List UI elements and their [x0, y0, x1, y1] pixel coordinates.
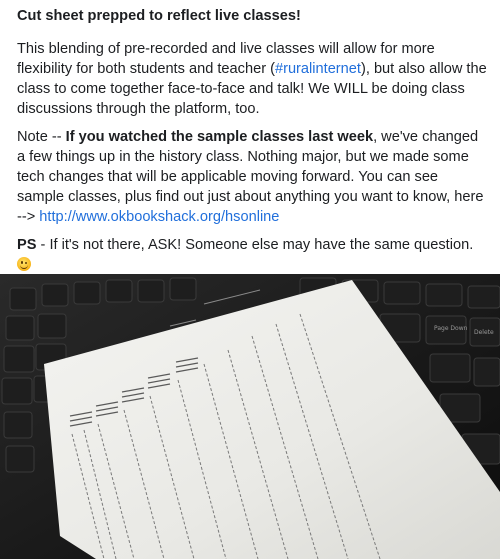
post-photo[interactable]: Page Down Delete: [0, 274, 500, 559]
ps-label: PS: [17, 237, 37, 253]
website-link[interactable]: http://www.okbookshack.org/hsonline: [39, 209, 279, 225]
note-bold: If you watched the sample classes last w…: [65, 129, 374, 145]
smiling-emoji-icon: [17, 257, 31, 271]
post-paragraph-1: This blending of pre-recorded and live c…: [17, 39, 489, 119]
post-ps-paragraph: PS - If it's not there, ASK! Someone els…: [17, 235, 489, 275]
hashtag-link[interactable]: #ruralinternet: [275, 61, 361, 77]
post-text: Cut sheet prepped to reflect live classe…: [17, 6, 489, 283]
note-prefix: Note --: [17, 129, 66, 145]
post-note-paragraph: Note -- If you watched the sample classe…: [17, 127, 489, 227]
ps-text: - If it's not there, ASK! Someone else m…: [36, 237, 474, 253]
post-title: Cut sheet prepped to reflect live classe…: [17, 8, 301, 24]
photo-illustration: Page Down Delete: [0, 274, 500, 559]
key-label-page-down: Page Down: [434, 325, 468, 332]
key-label-delete: Delete: [474, 329, 494, 336]
